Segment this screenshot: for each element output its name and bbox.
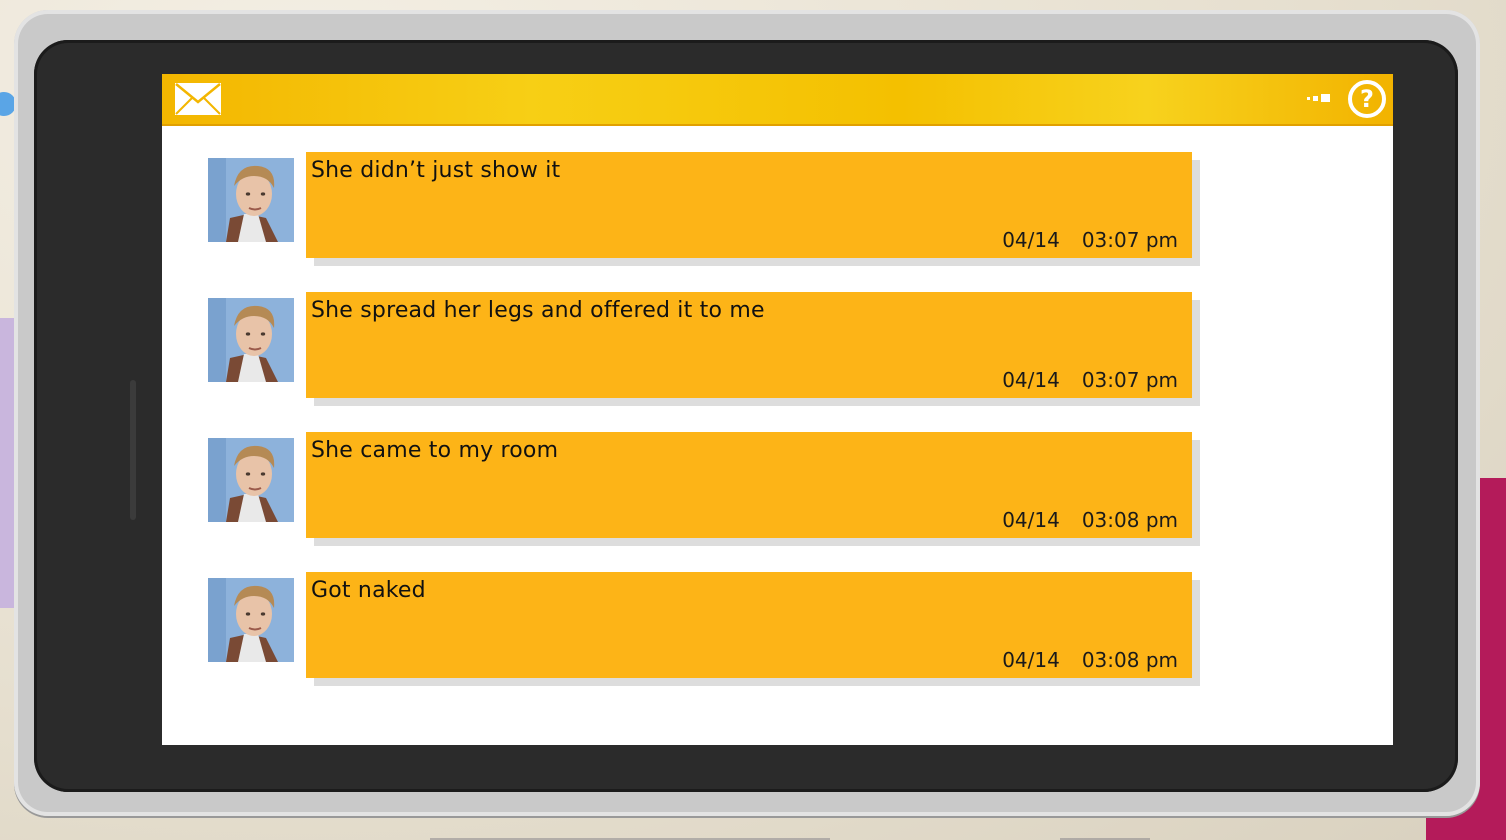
message-date: 04/14 bbox=[1002, 368, 1060, 392]
message-text: She spread her legs and offered it to me bbox=[311, 298, 765, 323]
svg-text:?: ? bbox=[1360, 85, 1374, 113]
message-item[interactable]: She didn’t just show it 04/14 03:07 pm bbox=[208, 152, 1208, 262]
message-time: 03:08 pm bbox=[1081, 508, 1178, 532]
message-time: 03:07 pm bbox=[1081, 228, 1178, 252]
message-bubble: She spread her legs and offered it to me… bbox=[306, 292, 1192, 398]
message-timestamp: 04/14 03:07 pm bbox=[1002, 228, 1178, 252]
message-timestamp: 04/14 03:07 pm bbox=[1002, 368, 1178, 392]
avatar bbox=[208, 298, 294, 382]
desk-scribble bbox=[1060, 812, 1150, 840]
message-date: 04/14 bbox=[1002, 648, 1060, 672]
envelope-icon[interactable] bbox=[174, 82, 222, 116]
message-time: 03:08 pm bbox=[1081, 648, 1178, 672]
message-bubble: She didn’t just show it 04/14 03:07 pm bbox=[306, 152, 1192, 258]
message-item[interactable]: Got naked 04/14 03:08 pm bbox=[208, 572, 1208, 682]
message-date: 04/14 bbox=[1002, 228, 1060, 252]
character-portrait-icon bbox=[208, 158, 294, 242]
message-text: She came to my room bbox=[311, 438, 559, 463]
avatar bbox=[208, 158, 294, 242]
desk-scribble bbox=[430, 812, 830, 840]
message-bubble: She came to my room 04/14 03:08 pm bbox=[306, 432, 1192, 538]
message-bubble: Got naked 04/14 03:08 pm bbox=[306, 572, 1192, 678]
character-portrait-icon bbox=[208, 578, 294, 662]
avatar bbox=[208, 438, 294, 522]
message-text: She didn’t just show it bbox=[311, 158, 561, 183]
avatar bbox=[208, 578, 294, 662]
message-date: 04/14 bbox=[1002, 508, 1060, 532]
message-item[interactable]: She spread her legs and offered it to me… bbox=[208, 292, 1208, 402]
question-circle-icon[interactable]: ? bbox=[1347, 79, 1387, 119]
message-timestamp: 04/14 03:08 pm bbox=[1002, 648, 1178, 672]
message-timestamp: 04/14 03:08 pm bbox=[1002, 508, 1178, 532]
message-item[interactable]: She came to my room 04/14 03:08 pm bbox=[208, 432, 1208, 542]
app-top-bar: ? bbox=[162, 74, 1393, 124]
character-portrait-icon bbox=[208, 438, 294, 522]
signal-icon bbox=[1307, 94, 1330, 102]
character-portrait-icon bbox=[208, 298, 294, 382]
messages-screen: ? She didn’t just show it 04/14 03:07 pm bbox=[162, 74, 1393, 745]
message-time: 03:07 pm bbox=[1081, 368, 1178, 392]
message-text: Got naked bbox=[311, 578, 426, 603]
tablet-side-button bbox=[130, 380, 136, 520]
